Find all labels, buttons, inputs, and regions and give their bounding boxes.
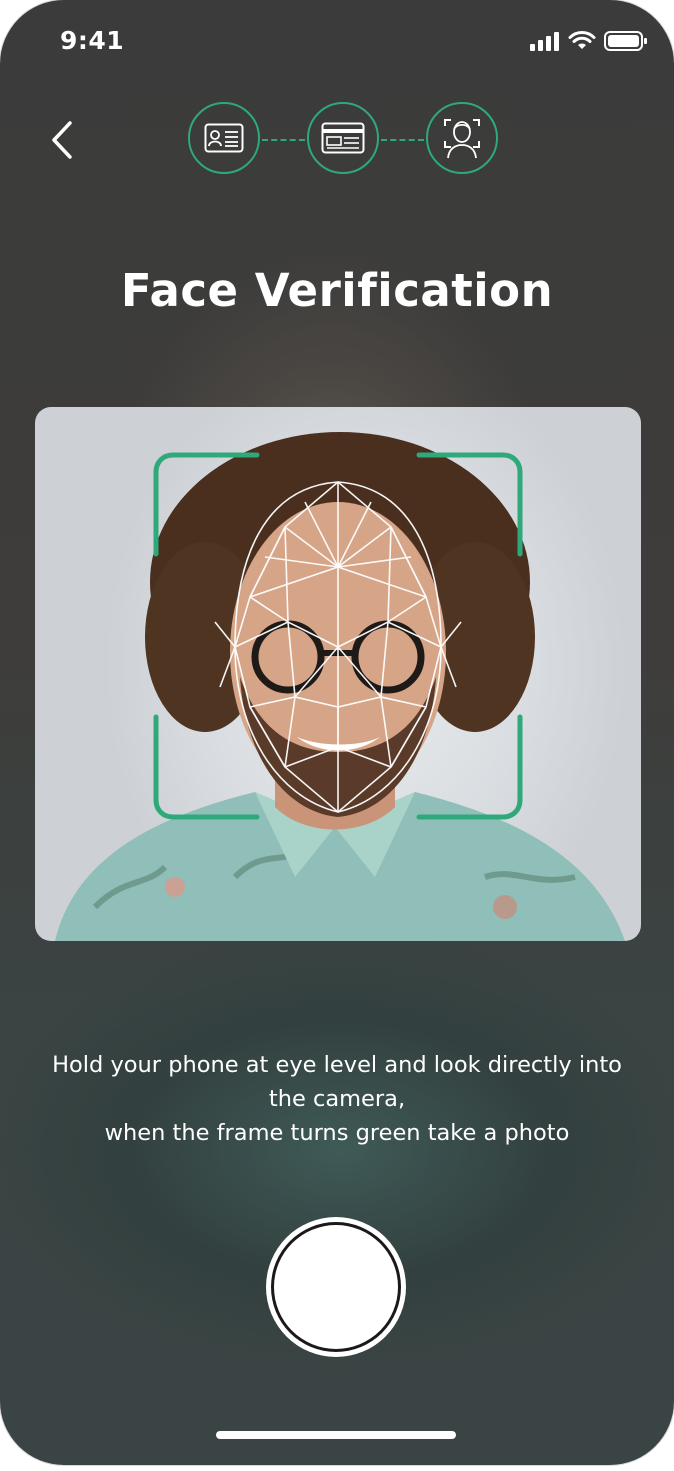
progress-steps [188,102,502,180]
shutter-button[interactable] [266,1217,406,1357]
document-card-icon [321,122,365,154]
step-connector [381,139,424,141]
step-face [426,102,498,174]
camera-preview [35,407,641,941]
status-icons [530,30,648,52]
face-photo [55,432,625,941]
status-bar: 9:41 [0,26,674,58]
step-connector [262,139,305,141]
phone-screen: 9:41 Face Verification Hold your phone a… [0,0,674,1465]
face-scan-icon [444,119,480,159]
instructions-line: Hold your phone at eye level and look di… [52,1052,622,1078]
id-card-icon [204,123,244,153]
step-id-card [188,102,260,174]
step-document [307,102,379,174]
battery-icon [604,31,647,51]
chevron-left-icon [52,121,72,159]
cellular-signal-icon [530,32,559,51]
back-button[interactable] [42,115,86,165]
status-time: 9:41 [60,26,125,55]
shutter-inner [274,1225,398,1349]
instructions-line: when the frame turns green take a photo [104,1120,570,1146]
page-title: Face Verification [120,264,554,317]
wifi-icon [568,31,596,49]
instructions-line: the camera, [268,1086,406,1112]
home-indicator[interactable] [216,1431,456,1439]
instructions-text: Hold your phone at eye level and look di… [20,1048,654,1150]
